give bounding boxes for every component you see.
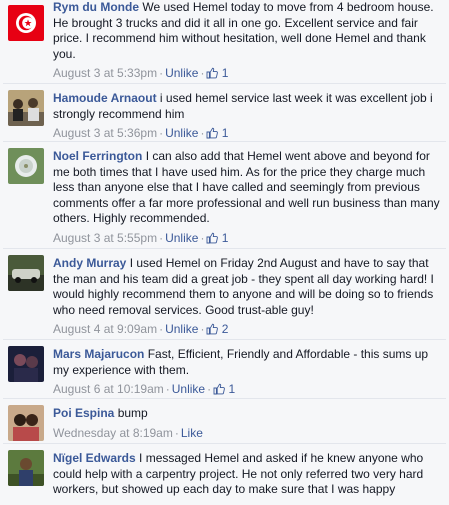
unlike-link[interactable]: Unlike — [165, 66, 198, 80]
comment: Hamoude Arnaout i used hemel service las… — [3, 85, 446, 142]
like-count[interactable]: 1 — [206, 126, 228, 140]
comment-author[interactable]: Mars Majarucon — [53, 347, 144, 361]
group-photo-icon — [8, 90, 44, 126]
avatar[interactable] — [8, 148, 44, 184]
like-count-value: 1 — [221, 230, 229, 245]
comment: Mars Majarucon Fast, Efficient, Friendly… — [3, 341, 446, 399]
car-photo-icon — [8, 255, 44, 291]
comment-author[interactable]: Hamoude Arnaout — [53, 91, 157, 105]
avatar[interactable] — [8, 346, 44, 382]
comment-body: Poi Espina bump Wednesday at 8:19am · Like — [53, 406, 443, 441]
avatar[interactable] — [8, 5, 44, 41]
comment-timestamp[interactable]: Wednesday at 8:19am — [53, 426, 173, 440]
comment-body: Andy Murray I used Hemel on Friday 2nd A… — [53, 256, 443, 337]
like-count[interactable]: 1 — [213, 382, 235, 396]
comment-meta: August 3 at 5:36pm · Unlike · 1 — [53, 126, 229, 140]
like-count[interactable]: 2 — [206, 322, 228, 336]
comment-body: Rym du Monde We used Hemel today to move… — [53, 0, 443, 81]
tunisia-flag-icon — [8, 5, 44, 41]
comment-author[interactable]: Rym du Monde — [53, 0, 139, 14]
like-count[interactable]: 1 — [206, 66, 228, 80]
like-count-value: 1 — [221, 66, 229, 80]
comment: Nïgel Edwards I messaged Hemel and asked… — [3, 445, 446, 505]
comment-meta: August 3 at 5:33pm · Unlike · 1 — [53, 66, 229, 80]
thumbs-up-icon — [206, 323, 219, 335]
comment-timestamp[interactable]: August 3 at 5:36pm — [53, 126, 157, 140]
comment-text: bump — [117, 406, 148, 420]
outdoor-photo-icon — [8, 450, 44, 486]
avatar[interactable] — [8, 405, 44, 441]
comment-meta: August 3 at 5:55pm · Unlike · 1 — [53, 230, 229, 245]
like-link[interactable]: Like — [181, 426, 203, 440]
comment-meta: Wednesday at 8:19am · Like — [53, 425, 203, 440]
unlike-link[interactable]: Unlike — [165, 231, 198, 245]
comment-author[interactable]: Nïgel Edwards — [53, 451, 136, 465]
comment-author[interactable]: Andy Murray — [53, 256, 126, 270]
comment-timestamp[interactable]: August 4 at 9:09am — [53, 322, 157, 336]
comment: Poi Espina bump Wednesday at 8:19am · Like — [3, 400, 446, 444]
comment-body: Nïgel Edwards I messaged Hemel and asked… — [53, 451, 443, 498]
thumbs-up-icon — [206, 127, 219, 139]
thumbs-up-icon — [206, 232, 219, 243]
comment-body: Hamoude Arnaout i used hemel service las… — [53, 91, 443, 141]
thumbs-up-icon — [206, 67, 219, 79]
avatar[interactable] — [8, 90, 44, 126]
comment-timestamp[interactable]: August 3 at 5:55pm — [53, 231, 157, 245]
avatar[interactable] — [8, 255, 44, 291]
comment-body: Noel Ferrington I can also add that Heme… — [53, 149, 443, 246]
dandelion-photo-icon — [8, 148, 44, 184]
comment: Noel Ferrington I can also add that Heme… — [3, 143, 446, 249]
comment-timestamp[interactable]: August 6 at 10:19am — [53, 382, 164, 396]
thumbs-up-icon — [213, 383, 225, 395]
comment-meta: August 6 at 10:19am · Unlike · 1 — [53, 382, 236, 396]
unlike-link[interactable]: Unlike — [172, 382, 205, 396]
couple-photo-icon — [8, 405, 44, 441]
like-count-value: 1 — [228, 382, 236, 396]
comment-timestamp[interactable]: August 3 at 5:33pm — [53, 66, 157, 80]
comment-author[interactable]: Poi Espina — [53, 406, 114, 420]
comment-meta: August 4 at 9:09am · Unlike · 2 — [53, 322, 229, 336]
like-count-value: 1 — [221, 126, 229, 140]
comment-body: Mars Majarucon Fast, Efficient, Friendly… — [53, 347, 443, 397]
comment-author[interactable]: Noel Ferrington — [53, 149, 142, 163]
avatar[interactable] — [8, 450, 44, 486]
comment: Rym du Monde We used Hemel today to move… — [3, 0, 446, 84]
comment: Andy Murray I used Hemel on Friday 2nd A… — [3, 250, 446, 340]
unlike-link[interactable]: Unlike — [165, 322, 198, 336]
like-count[interactable]: 1 — [206, 231, 228, 245]
unlike-link[interactable]: Unlike — [165, 126, 198, 140]
like-count-value: 2 — [221, 322, 229, 336]
night-photo-icon — [8, 346, 44, 382]
